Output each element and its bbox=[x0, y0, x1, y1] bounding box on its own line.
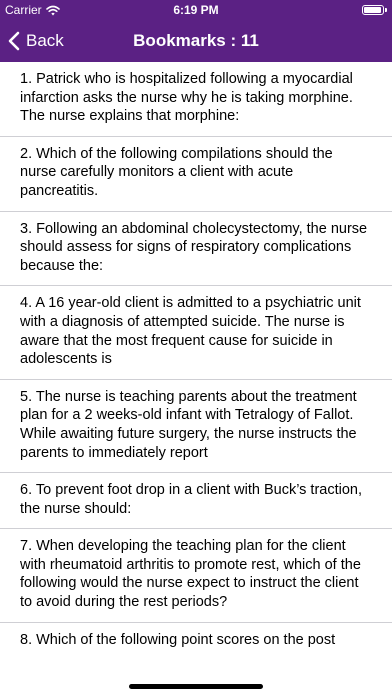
bookmarks-list: 1. Patrick who is hospitalized following… bbox=[0, 62, 392, 650]
nav-bar: Back Bookmarks : 11 bbox=[0, 20, 392, 62]
home-indicator[interactable] bbox=[129, 684, 263, 689]
list-item[interactable]: 6. To prevent foot drop in a client with… bbox=[0, 473, 392, 530]
list-item[interactable]: 4. A 16 year-old client is admitted to a… bbox=[0, 286, 392, 380]
header: Carrier 6:19 PM Back Bookmarks : 11 bbox=[0, 0, 392, 62]
home-area bbox=[0, 650, 392, 696]
list-item[interactable]: 5. The nurse is teaching parents about t… bbox=[0, 380, 392, 474]
status-time: 6:19 PM bbox=[173, 3, 219, 17]
page-title: Bookmarks : 11 bbox=[133, 31, 259, 50]
list-item[interactable]: 7. When developing the teaching plan for… bbox=[0, 529, 392, 623]
list-item[interactable]: 2. Which of the following compilations s… bbox=[0, 137, 392, 212]
bookmarks-screen: Carrier 6:19 PM Back Bookmarks : 11 1. P… bbox=[0, 0, 392, 696]
battery-icon bbox=[362, 5, 387, 15]
list-item[interactable]: 3. Following an abdominal cholecystectom… bbox=[0, 212, 392, 287]
list-item[interactable]: 8. Which of the following point scores o… bbox=[0, 623, 392, 650]
list-item[interactable]: 1. Patrick who is hospitalized following… bbox=[0, 62, 392, 137]
status-bar: Carrier 6:19 PM bbox=[0, 0, 392, 20]
